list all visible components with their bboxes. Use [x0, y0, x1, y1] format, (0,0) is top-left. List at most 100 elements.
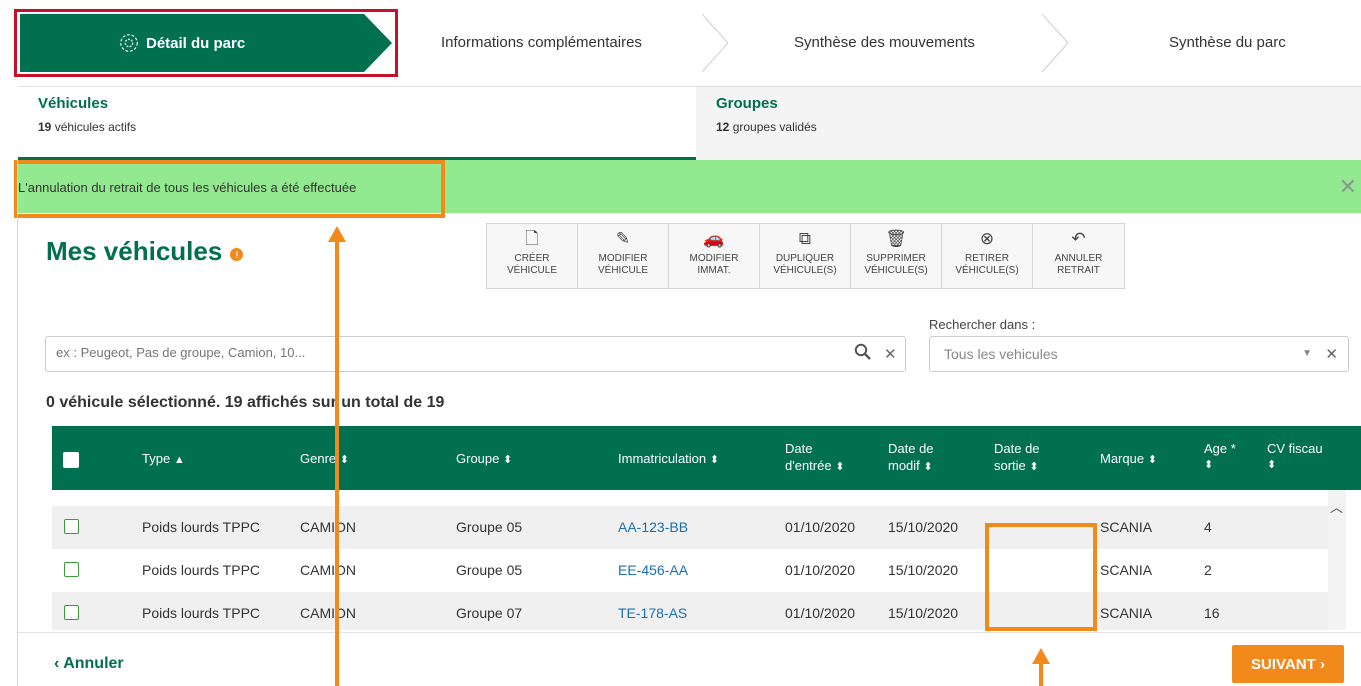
table-header: Type ▲ Genre ⬍ Groupe ⬍ Immatriculation …	[52, 426, 1361, 490]
cell-type: Poids lourds TPPC	[142, 562, 261, 578]
col-date-sortie[interactable]: Date de sortie ⬍	[994, 440, 1040, 476]
cell-immat[interactable]: AA-123-BB	[618, 519, 688, 535]
col-groupe[interactable]: Groupe ⬍	[456, 450, 512, 469]
col-label: Genre	[300, 451, 337, 466]
undo-circle-icon: ↶	[1071, 229, 1086, 248]
search-scope-label: Rechercher dans :	[929, 317, 1036, 332]
tab-groupes[interactable]: Groupes 12 groupes validés	[696, 87, 1361, 161]
cell-groupe: Groupe 05	[456, 519, 523, 535]
toolbar-label: DUPLIQUER VÉHICULE(S)	[773, 253, 837, 276]
row-checkbox[interactable]	[64, 605, 79, 620]
tab-title: Véhicules	[38, 95, 109, 112]
trash-icon: 🗑	[885, 229, 907, 248]
search-input[interactable]	[56, 345, 836, 360]
tab-vehicules[interactable]: Véhicules 19 véhicules actifs	[18, 87, 696, 161]
col-label: Type	[142, 451, 171, 466]
tab-subtitle: 12 groupes validés	[716, 120, 1341, 134]
page-title-wrap: Mes véhicules !	[46, 236, 244, 267]
toolbar-label: RETIRER VÉHICULE(S)	[955, 253, 1019, 276]
sort-icon: ⬍	[1147, 454, 1157, 466]
search-field[interactable]: ✕	[45, 336, 906, 372]
table-row[interactable]: Poids lourds TPPC CAMION Groupe 05 EE-456-A…	[52, 549, 1328, 592]
annotation-arrowhead	[328, 226, 346, 242]
table-row[interactable]: Poids lourds TPPC CAMION Groupe 07 TE-178-A…	[52, 592, 1328, 630]
toolbar-label: SUPPRIMER VÉHICULE(S)	[864, 253, 928, 276]
info-icon[interactable]: !	[230, 248, 244, 261]
col-label: CV fiscau	[1267, 441, 1323, 456]
chevron-down-icon[interactable]: ▼	[1302, 348, 1312, 359]
cell-groupe: Groupe 07	[456, 605, 523, 621]
col-label: d'entrée	[785, 458, 832, 473]
cell-genre: CAMION	[300, 519, 356, 535]
search-icon[interactable]	[854, 343, 872, 366]
step-separator-chevron	[701, 13, 729, 73]
row-checkbox[interactable]	[64, 519, 79, 534]
cell-marque: SCANIA	[1100, 605, 1153, 621]
col-genre[interactable]: Genre ⬍	[300, 450, 349, 469]
next-button[interactable]: SUIVANT ›	[1232, 645, 1344, 683]
col-date-entree[interactable]: Date d'entrée ⬍	[785, 440, 844, 476]
footer-bar	[18, 632, 1361, 686]
cell-immat[interactable]: TE-178-AS	[618, 605, 687, 621]
sort-asc-icon: ▲	[173, 454, 185, 466]
step-arrow	[364, 14, 392, 72]
chevron-up-icon[interactable]: ︿	[1330, 497, 1343, 516]
clear-search-icon[interactable]: ✕	[884, 345, 897, 363]
col-age[interactable]: Age * ⬍	[1204, 440, 1236, 474]
annotation-banner-highlight	[14, 160, 445, 218]
cell-groupe: Groupe 05	[456, 562, 523, 578]
cell-modif: 15/10/2020	[888, 605, 959, 621]
gear-icon	[120, 34, 138, 52]
table-row[interactable]: Poids lourds TPPC CAMION Groupe 05 AA-123-B…	[52, 506, 1328, 549]
toolbar-label: CRÉER VÉHICULE	[506, 253, 557, 276]
tab-subtitle: 19 véhicules actifs	[38, 120, 676, 134]
summary-tabs: Véhicules 19 véhicules actifs Groupes 12…	[18, 86, 1361, 161]
toolbar-button-create-doc[interactable]: 🗋 CRÉER VÉHICULE	[487, 224, 578, 288]
select-all-checkbox[interactable]	[63, 452, 79, 468]
clear-scope-icon[interactable]: ✕	[1325, 345, 1338, 363]
toolbar-button-car-remove[interactable]: ⊗ RETIRER VÉHICULE(S)	[942, 224, 1033, 288]
col-immatriculation[interactable]: Immatriculation ⬍	[618, 450, 719, 469]
cell-age: 4	[1204, 519, 1212, 535]
sort-icon: ⬍	[835, 461, 845, 473]
step-informations[interactable]: Informations complémentaires	[441, 34, 642, 51]
col-marque[interactable]: Marque ⬍	[1100, 450, 1157, 469]
step-synthese-mouvements[interactable]: Synthèse des mouvements	[794, 34, 975, 51]
cell-age: 2	[1204, 562, 1212, 578]
step-synthese-parc[interactable]: Synthèse du parc	[1169, 34, 1286, 51]
tab-count: 19	[38, 120, 52, 134]
toolbar-button-plate-car[interactable]: 🚗 MODIFIER IMMAT.	[669, 224, 760, 288]
toolbar-button-duplicate[interactable]: ⧉ DUPLIQUER VÉHICULE(S)	[760, 224, 851, 288]
selection-count: 0 véhicule sélectionné. 19 affichés sur …	[46, 394, 445, 411]
col-label: Marque	[1100, 451, 1145, 466]
toolbar-button-undo-circle[interactable]: ↶ ANNULER RETRAIT	[1033, 224, 1124, 288]
cell-age: 16	[1204, 605, 1220, 621]
toolbar-label: ANNULER RETRAIT	[1054, 253, 1103, 276]
search-scope-select[interactable]: Tous les vehicules ▼ ✕	[929, 336, 1349, 372]
cancel-button[interactable]: ‹ Annuler	[54, 655, 124, 673]
toolbar-button-trash[interactable]: 🗑 SUPPRIMER VÉHICULE(S)	[851, 224, 942, 288]
row-checkbox[interactable]	[64, 562, 79, 577]
content-left-border	[17, 160, 18, 686]
chevron-left-icon: ‹	[54, 655, 60, 672]
toolbar-label: MODIFIER IMMAT.	[689, 253, 739, 276]
cell-immat[interactable]: EE-456-AA	[618, 562, 688, 578]
sort-icon: ⬍	[503, 454, 513, 466]
next-label: SUIVANT	[1251, 655, 1316, 673]
col-type[interactable]: Type ▲	[142, 450, 185, 469]
chevron-right-icon: ›	[1319, 655, 1325, 673]
tab-sub-text: groupes validés	[732, 120, 817, 134]
col-date-modif[interactable]: Date de modif ⬍	[888, 440, 934, 476]
page-title: Mes véhicules	[46, 236, 223, 266]
car-remove-icon: ⊗	[979, 229, 995, 248]
annotation-arrow-banner	[335, 240, 339, 686]
toolbar-label: MODIFIER VÉHICULE	[597, 253, 648, 276]
cancel-label: Annuler	[63, 655, 124, 672]
col-cv-fiscaux[interactable]: CV fiscau ⬍	[1267, 440, 1323, 474]
sort-icon: ⬍	[709, 454, 719, 466]
table-row-partial	[52, 490, 1328, 494]
toolbar-button-pencil[interactable]: ✎ MODIFIER VÉHICULE	[578, 224, 669, 288]
duplicate-icon: ⧉	[798, 229, 812, 248]
col-label: Immatriculation	[618, 451, 707, 466]
close-icon[interactable]: ✕	[1339, 174, 1357, 200]
